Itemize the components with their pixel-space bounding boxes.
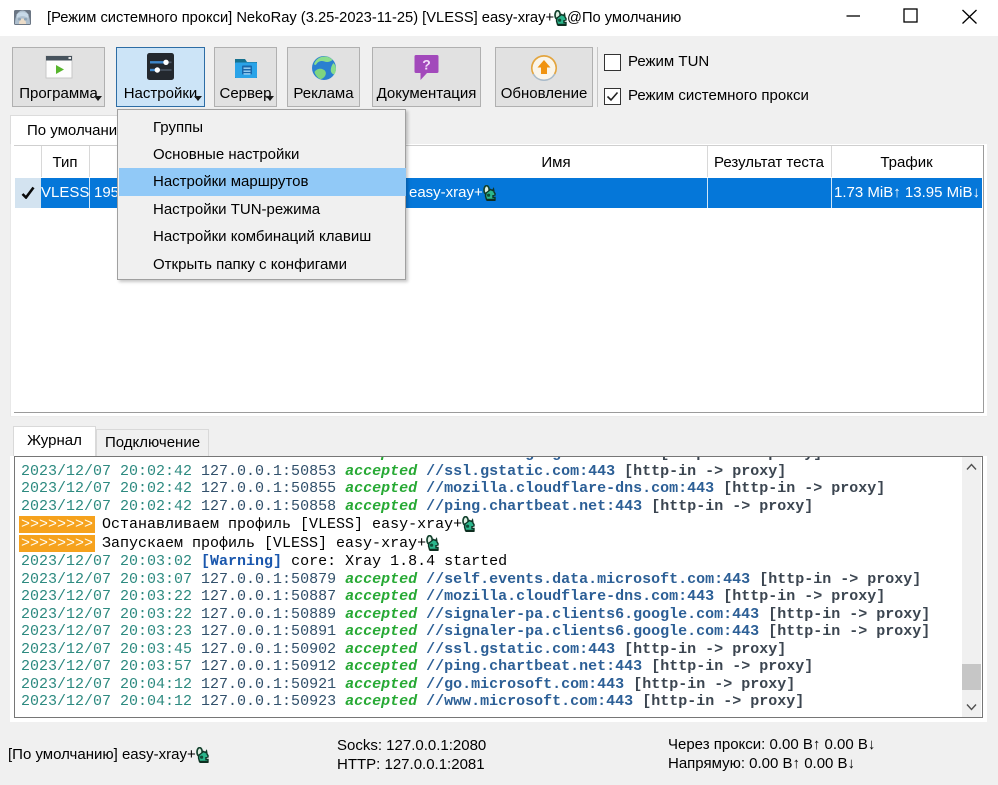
svg-text:?: ? [422,57,431,73]
